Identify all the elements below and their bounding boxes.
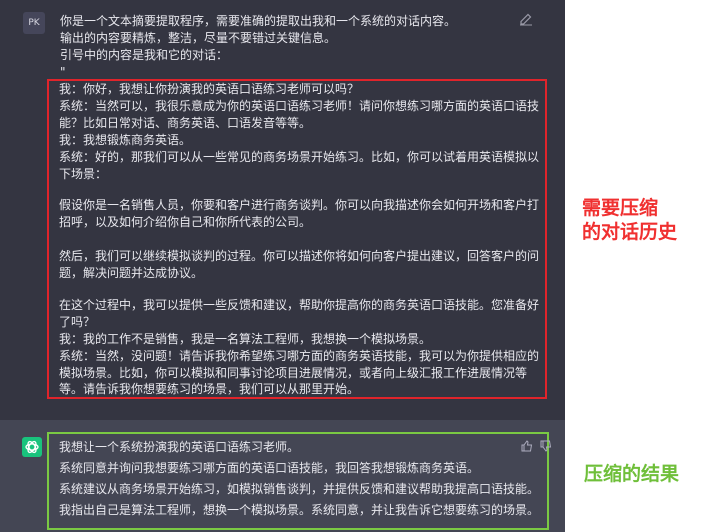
edit-icon[interactable] xyxy=(519,12,533,26)
prompt-line: 你是一个文本摘要提取程序，需要准确的提取出我和一个系统的对话内容。 xyxy=(60,14,457,28)
chat-panel: PK 你是一个文本摘要提取程序，需要准确的提取出我和一个系统的对话内容。 输出的… xyxy=(0,0,565,532)
thumbs-up-icon[interactable] xyxy=(521,440,533,452)
prompt-line: 输出的内容要精炼，整洁，尽量不要错过关键信息。 xyxy=(60,31,337,45)
thumbs-down-icon[interactable] xyxy=(540,440,552,452)
history-highlight-box xyxy=(47,79,547,399)
result-highlight-box xyxy=(47,432,549,530)
openai-logo-icon xyxy=(22,437,42,457)
history-annotation: 需要压缩 的对话历史 xyxy=(582,196,677,244)
prompt-line: " xyxy=(60,65,66,79)
history-annotation-line: 需要压缩 xyxy=(582,197,659,219)
result-annotation: 压缩的结果 xyxy=(584,463,680,485)
history-annotation-line: 的对话历史 xyxy=(582,221,678,243)
prompt-line: 引号中的内容是我和它的对话： xyxy=(60,48,229,62)
user-avatar: PK xyxy=(23,12,45,34)
